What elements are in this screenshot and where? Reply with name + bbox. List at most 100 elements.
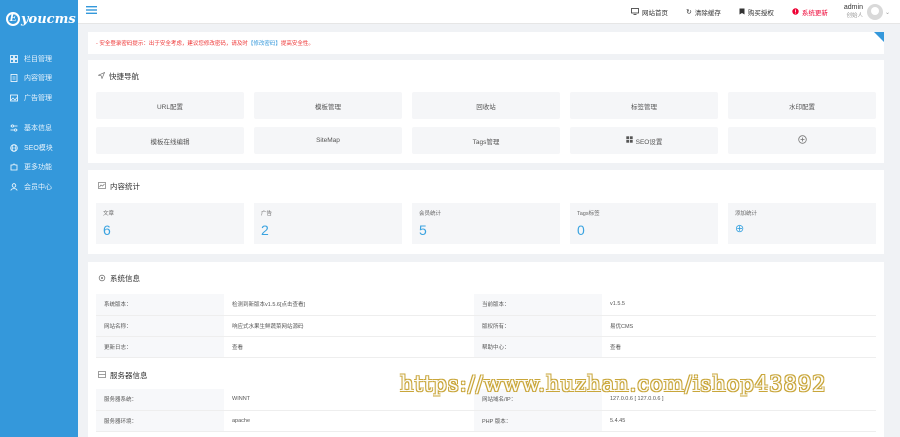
quick-tags-manage[interactable]: Tags管理 (412, 127, 560, 154)
system-update-link[interactable]: 系统更新 (792, 7, 828, 17)
quick-add-shortcut[interactable] (728, 127, 876, 154)
admin-role: 创始人 (846, 13, 863, 19)
corner-marker (874, 32, 884, 42)
stat-label: 添加统计 (735, 211, 758, 217)
quick-nav-grid: URL配置 模板管理 回收站 标签管理 水印配置 模板在线编辑 SiteMap … (96, 92, 876, 154)
copyright-link[interactable]: 易优CMS (602, 315, 876, 337)
sidebar-item-label: 基本信息 (24, 125, 52, 133)
admin-name: admin (843, 4, 863, 11)
quick-label: Tags管理 (472, 138, 500, 146)
plus-circle-icon: ⊕ (735, 223, 745, 235)
info-key: PHP 版本： (474, 410, 602, 432)
stat-ads[interactable]: 广告 2 (254, 203, 402, 244)
sidebar-item-columns[interactable]: 栏目管理 (0, 49, 78, 69)
notice-text: - 安全登录密码提示：出于安全考虑，建议您修改密码，请及时 (96, 41, 248, 47)
top-link-label: 清除缓存 (694, 10, 721, 17)
system-title: 系统信息 (98, 273, 140, 284)
quick-recycle-bin[interactable]: 回收站 (412, 92, 560, 119)
quick-label: 模板管理 (315, 103, 341, 111)
globe-icon (9, 143, 18, 152)
info-key: 当前版本： (474, 294, 602, 316)
card-title-text: 服务器信息 (110, 371, 148, 380)
quick-watermark-config[interactable]: 水印配置 (728, 92, 876, 119)
content-stats-card: 内容统计 文章 6 广告 2 会员统计 5 Tags标签 0 添加统计 ⊕ (88, 170, 884, 254)
change-password-link[interactable]: 【修改密码】 (248, 39, 281, 47)
top-link-label: 网站首页 (642, 10, 669, 17)
quick-seo-settings[interactable]: SEO设置 (570, 127, 718, 154)
stat-members[interactable]: 会员统计 5 (412, 203, 560, 244)
logo[interactable]: E youcms (0, 0, 78, 38)
avatar[interactable] (866, 4, 883, 20)
stat-label: Tags标签 (577, 211, 600, 217)
sliders-icon (9, 124, 18, 133)
menu-toggle-icon[interactable] (86, 5, 97, 17)
admin-menu[interactable]: admin 创始人 ⌄ (844, 4, 890, 20)
info-key: 网站名称： (96, 315, 224, 337)
stat-value: 0 (577, 222, 585, 238)
stat-articles[interactable]: 文章 6 (96, 203, 244, 244)
quick-template-manage[interactable]: 模板管理 (254, 92, 402, 119)
quick-label: SEO设置 (635, 138, 663, 146)
quick-label: URL配置 (156, 103, 183, 111)
info-value: 响应式水果生鲜蔬菜网站源码 (224, 315, 474, 337)
card-title-text: 系统信息 (110, 274, 140, 283)
stat-add[interactable]: 添加统计 ⊕ (728, 203, 876, 244)
clear-cache-link[interactable]: ↻ 清除缓存 (686, 7, 721, 17)
security-notice: - 安全登录密码提示：出于安全考虑，建议您修改密码，请及时 【修改密码】 提高安… (88, 32, 884, 54)
topbar: 网站首页 ↻ 清除缓存 购买授权 系统更新 admin 创始人 ⌄ (78, 0, 900, 24)
chart-icon (98, 182, 106, 191)
info-key: 系统版本： (96, 294, 224, 316)
stat-label: 广告 (261, 211, 273, 217)
sidebar-item-more[interactable]: 更多功能 (0, 158, 78, 178)
table-row: 网站名称： 响应式水果生鲜蔬菜网站源码 版权所有： 易优CMS (96, 315, 876, 337)
puzzle-icon (9, 163, 18, 172)
top-link-label: 系统更新 (801, 10, 828, 17)
sidebar-item-members[interactable]: 会员中心 (0, 177, 78, 197)
stat-value: 2 (261, 222, 269, 238)
top-link-label: 购买授权 (747, 10, 774, 17)
sidebar-item-label: 内容管理 (24, 75, 52, 83)
sidebar-item-label: 会员中心 (24, 183, 52, 191)
sidebar-item-seo[interactable]: SEO模块 (0, 138, 78, 158)
grid-icon (9, 54, 18, 63)
watermark: https://www.huzhan.com/ishop43892 (400, 372, 827, 396)
refresh-icon: ↻ (686, 9, 692, 16)
info-key: 服务器环境： (96, 410, 224, 432)
doc-icon (9, 74, 18, 83)
home-link[interactable]: 网站首页 (631, 7, 668, 17)
logo-mark: E (6, 12, 20, 26)
sidebar-item-ads[interactable]: 广告管理 (0, 88, 78, 108)
quick-url-config[interactable]: URL配置 (96, 92, 244, 119)
stats-title: 内容统计 (98, 181, 140, 192)
changelog-link[interactable]: 查看 (224, 336, 474, 358)
user-icon (9, 182, 18, 191)
help-link[interactable]: 查看 (602, 336, 876, 358)
new-version-link[interactable]: 检测到新版本v1.5.6[点击查看] (224, 294, 474, 316)
sidebar-item-basic-info[interactable]: 基本信息 (0, 119, 78, 139)
stat-tags[interactable]: Tags标签 0 (570, 203, 718, 244)
table-row: 更新日志： 查看 帮助中心： 查看 (96, 336, 876, 358)
info-value: apache (224, 410, 474, 432)
logo-text: youcms (21, 11, 76, 27)
sidebar-item-content[interactable]: 内容管理 (0, 69, 78, 89)
alert-icon (792, 7, 799, 17)
notice-suffix: 提高安全性。 (280, 41, 314, 47)
sidebar-item-label: SEO模块 (24, 144, 53, 152)
chevron-down-icon[interactable]: ⌄ (885, 9, 890, 16)
quick-sitemap[interactable]: SiteMap (254, 127, 402, 154)
table-row: 系统版本： 检测到新版本v1.5.6[点击查看] 当前版本： v1.5.5 (96, 294, 876, 316)
quick-tag-manage[interactable]: 标签管理 (570, 92, 718, 119)
quick-label: 标签管理 (631, 103, 657, 111)
bookmark-icon (739, 8, 745, 17)
info-key: 版权所有： (474, 315, 602, 337)
quick-template-editor[interactable]: 模板在线编辑 (96, 127, 244, 154)
stat-label: 文章 (103, 211, 115, 217)
sidebar-item-label: 更多功能 (24, 164, 52, 172)
info-key: 更新日志： (96, 336, 224, 358)
card-title-text: 快捷导航 (109, 72, 139, 81)
image-icon (9, 93, 18, 102)
quick-label: 水印配置 (789, 103, 815, 111)
info-key: 服务器系统： (96, 389, 224, 411)
quick-label: 回收站 (476, 103, 496, 111)
buy-license-link[interactable]: 购买授权 (739, 7, 774, 17)
